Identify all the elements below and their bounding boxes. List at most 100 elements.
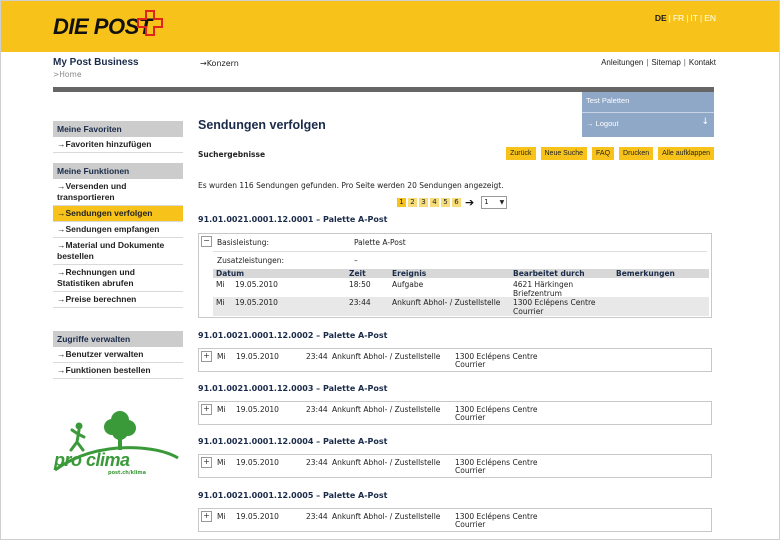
- collapse-toggle[interactable]: −: [201, 236, 212, 247]
- print-button[interactable]: Drucken: [619, 147, 654, 160]
- col-datum: Datum: [216, 269, 245, 278]
- table-row: Mi 19.05.2010 18:50 Aufgabe 4621 Härking…: [213, 279, 709, 298]
- shipment-title[interactable]: 91.01.0021.0001.12.0003 – Palette A-Post: [198, 384, 388, 393]
- page-5[interactable]: 5: [441, 198, 450, 207]
- sidebar-favorites: Meine Favoriten →Favoriten hinzufügen: [53, 121, 183, 153]
- shipment-title[interactable]: 91.01.0021.0001.12.0004 – Palette A-Post: [198, 437, 388, 446]
- event-time: 23:44: [306, 352, 328, 361]
- sidebar-item-preise-berechnen[interactable]: →Preise berechnen: [53, 292, 183, 308]
- event-time: 23:44: [349, 298, 371, 307]
- event-date: 19.05.2010: [236, 512, 279, 521]
- extra-service-value: –: [354, 256, 358, 265]
- base-service-label: Basisleistung:: [217, 238, 270, 247]
- page-title: Sendungen verfolgen: [198, 118, 326, 132]
- extra-service-label: Zusatzleistungen:: [217, 256, 285, 265]
- logout-link[interactable]: → Logout: [586, 119, 619, 128]
- detail-divider: [213, 251, 707, 252]
- lang-fr[interactable]: FR: [671, 13, 686, 23]
- event-name: Aufgabe: [392, 280, 424, 289]
- back-button[interactable]: Zurück: [506, 147, 536, 160]
- pro-clima-text[interactable]: pro clima: [54, 450, 130, 471]
- pagination: 1 2 3 4 5 6 ➔ 1 ▼: [397, 196, 508, 209]
- sidebar-item-versenden[interactable]: →Versenden und transportieren: [53, 179, 183, 206]
- sidebar-functions: Meine Funktionen →Versenden und transpor…: [53, 163, 183, 308]
- konzern-link[interactable]: →Konzern: [200, 59, 239, 68]
- event-time: 23:44: [306, 458, 328, 467]
- page-select[interactable]: 1 ▼: [481, 196, 508, 209]
- page-1[interactable]: 1: [397, 198, 406, 207]
- sidebar-item-funktionen-bestellen[interactable]: →Funktionen bestellen: [53, 363, 183, 379]
- event-day: Mi: [217, 352, 226, 361]
- event-name: Ankunft Abhol- / Zustellstelle: [332, 352, 441, 361]
- faq-button[interactable]: FAQ: [592, 147, 615, 160]
- shipment-summary: + Mi 19.05.2010 23:44 Ankunft Abhol- / Z…: [198, 454, 712, 478]
- expand-toggle[interactable]: +: [201, 351, 212, 362]
- user-box: Test Paletten → Logout ↓: [582, 92, 714, 137]
- event-handled-by: 1300 Eclépens Centre: [513, 298, 596, 307]
- swiss-cross-logo-icon: [137, 10, 163, 36]
- breadcrumb-home[interactable]: >Home: [53, 70, 81, 79]
- next-page-arrow-icon[interactable]: ➔: [465, 197, 474, 208]
- new-search-button[interactable]: Neue Suche: [540, 147, 588, 160]
- lang-en[interactable]: EN: [702, 13, 718, 23]
- chevron-down-icon: ▼: [499, 199, 505, 206]
- brand-title: My Post Business: [53, 57, 139, 68]
- event-day: Mi: [216, 298, 225, 307]
- col-bemerkungen: Bemerkungen: [616, 269, 675, 278]
- arrow-down-icon[interactable]: ↓: [701, 117, 709, 127]
- page-3[interactable]: 3: [419, 198, 428, 207]
- event-handled-by-2: Courrier: [455, 413, 486, 422]
- sidebar-item-sendungen-empfangen[interactable]: →Sendungen empfangen: [53, 222, 183, 238]
- event-date: 19.05.2010: [235, 298, 278, 307]
- event-date: 19.05.2010: [236, 458, 279, 467]
- shipment-summary: + Mi 19.05.2010 23:44 Ankunft Abhol- / Z…: [198, 401, 712, 425]
- sidebar-item-rechnungen[interactable]: →Rechnungen und Statistiken abrufen: [53, 265, 183, 292]
- events-table-header: Datum Zeit Ereignis Bearbeitet durch Bem…: [213, 269, 709, 278]
- page-4[interactable]: 4: [430, 198, 439, 207]
- expand-toggle[interactable]: +: [201, 404, 212, 415]
- shipment-summary: + Mi 19.05.2010 23:44 Ankunft Abhol- / Z…: [198, 508, 712, 532]
- event-handled-by-2: Courrier: [455, 360, 486, 369]
- lang-it[interactable]: IT: [688, 13, 700, 23]
- page-6[interactable]: 6: [452, 198, 461, 207]
- expand-all-button[interactable]: Alle aufklappen: [658, 147, 714, 160]
- event-name: Ankunft Abhol- / Zustellstelle: [332, 512, 441, 521]
- shipment-details-expanded: − Basisleistung: Palette A-Post Zusatzle…: [198, 233, 712, 318]
- event-date: 19.05.2010: [236, 405, 279, 414]
- event-name: Ankunft Abhol- / Zustellstelle: [332, 458, 441, 467]
- lang-de[interactable]: DE: [653, 13, 669, 23]
- sidebar-head-access: Zugriffe verwalten: [53, 331, 183, 347]
- event-handled-by-2: Courrier: [513, 307, 544, 316]
- base-service-value: Palette A-Post: [354, 238, 406, 247]
- sidebar-item-material-bestellen[interactable]: →Material und Dokumente bestellen: [53, 238, 183, 265]
- sidebar-item-benutzer-verwalten[interactable]: →Benutzer verwalten: [53, 347, 183, 363]
- event-name: Ankunft Abhol- / Zustellstelle: [332, 405, 441, 414]
- page-2[interactable]: 2: [408, 198, 417, 207]
- top-links: Anleitungen | Sitemap | Kontakt: [601, 58, 716, 67]
- link-anleitungen[interactable]: Anleitungen: [601, 58, 643, 67]
- event-date: 19.05.2010: [235, 280, 278, 289]
- pro-clima-url: post.ch/klima: [108, 470, 146, 476]
- results-label: Suchergebnisse: [198, 150, 266, 159]
- shipment-title[interactable]: 91.01.0021.0001.12.0001 – Palette A-Post: [198, 215, 388, 224]
- expand-toggle[interactable]: +: [201, 457, 212, 468]
- user-name: Test Paletten: [586, 96, 630, 105]
- sidebar-item-add-favorite[interactable]: →Favoriten hinzufügen: [53, 137, 183, 153]
- link-sitemap[interactable]: Sitemap: [651, 58, 680, 67]
- event-day: Mi: [217, 458, 226, 467]
- event-date: 19.05.2010: [236, 352, 279, 361]
- shipment-title[interactable]: 91.01.0021.0001.12.0002 – Palette A-Post: [198, 331, 388, 340]
- expand-toggle[interactable]: +: [201, 511, 212, 522]
- sidebar-item-sendungen-verfolgen[interactable]: →Sendungen verfolgen: [53, 206, 183, 222]
- event-handled-by: 4621 Härkingen: [513, 280, 574, 289]
- link-kontakt[interactable]: Kontakt: [689, 58, 716, 67]
- shipment-title[interactable]: 91.01.0021.0001.12.0005 – Palette A-Post: [198, 491, 388, 500]
- results-info: Es wurden 116 Sendungen gefunden. Pro Se…: [198, 181, 504, 190]
- page-select-value: 1: [484, 198, 489, 206]
- event-time: 18:50: [349, 280, 371, 289]
- event-day: Mi: [217, 405, 226, 414]
- language-switcher: DE | FR | IT | EN: [653, 13, 718, 23]
- table-row: Mi 19.05.2010 23:44 Ankunft Abhol- / Zus…: [213, 297, 709, 316]
- col-bearbeitet: Bearbeitet durch: [513, 269, 585, 278]
- action-bar: Zurück Neue Suche FAQ Drucken Alle aufkl…: [506, 147, 714, 160]
